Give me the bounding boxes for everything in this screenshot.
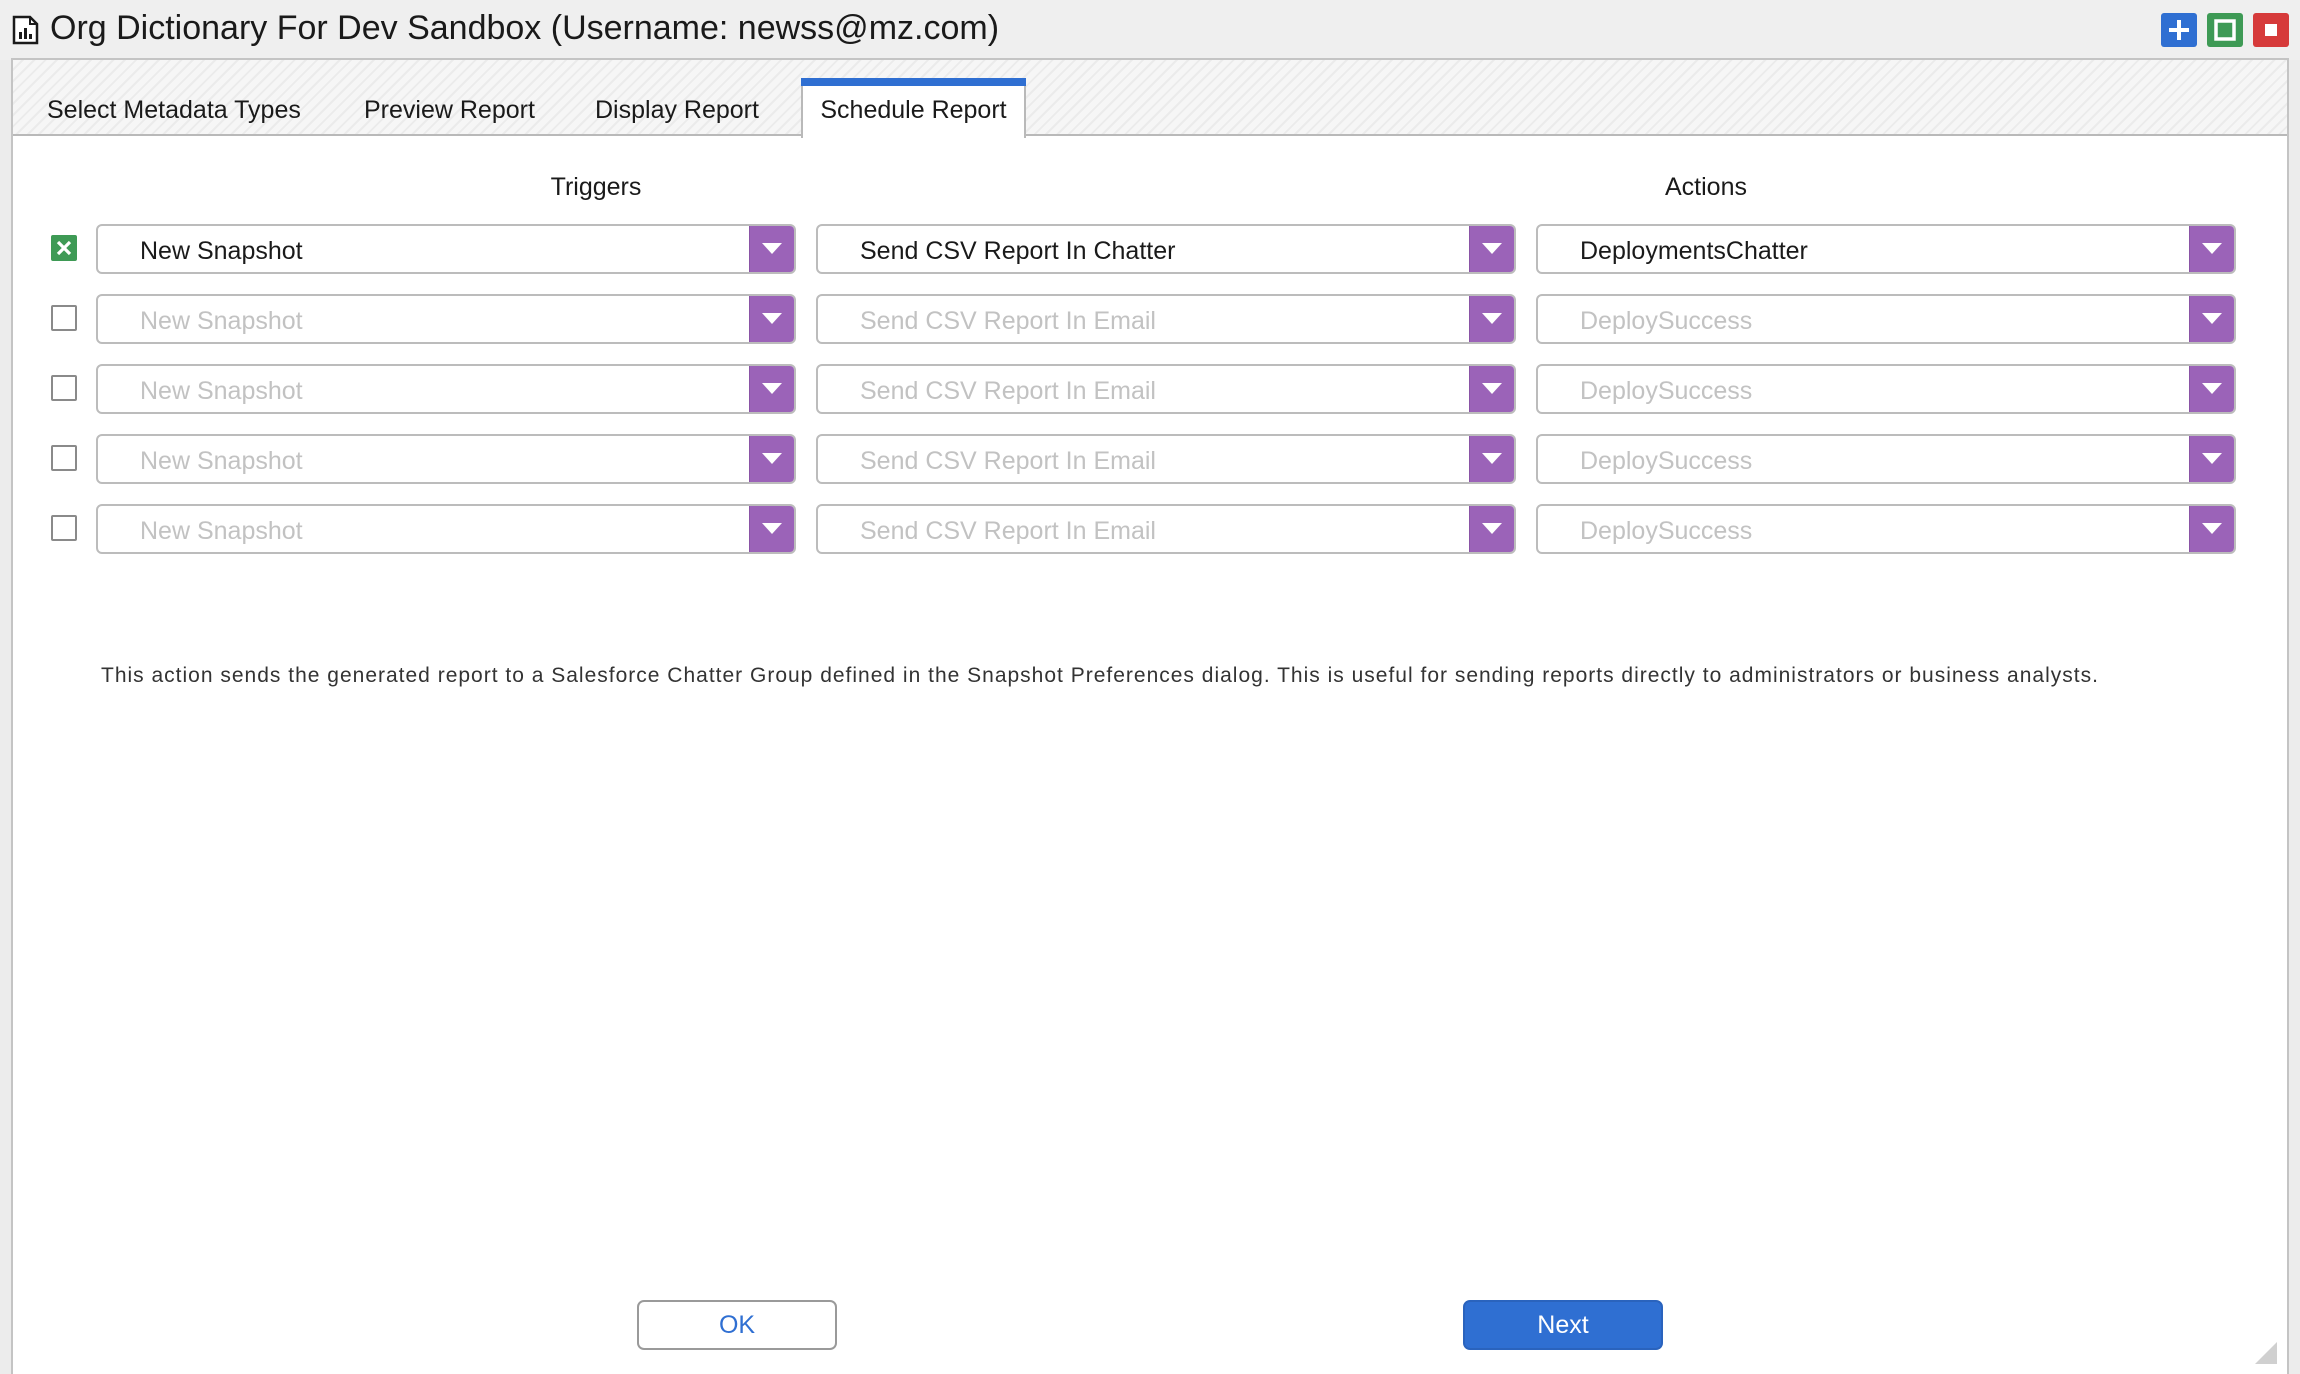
row-2-checkbox[interactable] (51, 305, 77, 331)
row-3-action-value: Send CSV Report In Email (860, 377, 1156, 405)
row-5-trigger-select[interactable]: New Snapshot (96, 504, 796, 554)
chevron-down-icon[interactable] (749, 226, 794, 272)
row-3-checkbox[interactable] (51, 375, 77, 401)
row-5-target-select[interactable]: DeploySuccess (1536, 504, 2236, 554)
plus-icon (2169, 20, 2189, 40)
chevron-down-icon[interactable] (749, 436, 794, 482)
row-4-trigger-value: New Snapshot (140, 447, 303, 475)
row-1-target-value: DeploymentsChatter (1580, 237, 1808, 265)
ok-button[interactable]: OK (637, 1300, 837, 1350)
row-3-target-value: DeploySuccess (1580, 377, 1753, 405)
row-4-target-select[interactable]: DeploySuccess (1536, 434, 2236, 484)
row-2-trigger-select[interactable]: New Snapshot (96, 294, 796, 344)
row-1-checkbox[interactable] (51, 235, 77, 261)
tab-select-metadata-types[interactable]: Select Metadata Types (47, 96, 301, 125)
chevron-down-icon[interactable] (1469, 436, 1514, 482)
row-5-action-select[interactable]: Send CSV Report In Email (816, 504, 1516, 554)
close-button[interactable] (2253, 13, 2289, 47)
chevron-down-icon[interactable] (2189, 296, 2234, 342)
chevron-down-icon[interactable] (1469, 506, 1514, 552)
action-description: This action sends the generated report t… (101, 664, 2099, 687)
tab-preview-report[interactable]: Preview Report (364, 96, 535, 125)
row-1-target-select[interactable]: DeploymentsChatter (1536, 224, 2236, 274)
tab-schedule-report[interactable]: Schedule Report (801, 78, 1026, 138)
chevron-down-icon[interactable] (1469, 296, 1514, 342)
row-1-action-select[interactable]: Send CSV Report In Chatter (816, 224, 1516, 274)
window-title: Org Dictionary For Dev Sandbox (Username… (50, 9, 1000, 47)
chevron-down-icon[interactable] (749, 506, 794, 552)
chevron-down-icon[interactable] (1469, 366, 1514, 412)
title-bar[interactable]: Org Dictionary For Dev Sandbox (Username… (0, 0, 2300, 60)
row-3-trigger-select[interactable]: New Snapshot (96, 364, 796, 414)
chevron-down-icon[interactable] (2189, 226, 2234, 272)
row-5-action-value: Send CSV Report In Email (860, 517, 1156, 545)
active-tab-indicator (801, 78, 1026, 86)
maximize-button[interactable] (2207, 13, 2243, 47)
row-1-action-value: Send CSV Report In Chatter (860, 237, 1176, 265)
chevron-down-icon[interactable] (1469, 226, 1514, 272)
actions-header: Actions (1665, 173, 1747, 201)
tab-schedule-report-label: Schedule Report (820, 96, 1007, 124)
add-window-button[interactable] (2161, 13, 2197, 47)
document-chart-icon (12, 15, 39, 45)
square-icon (2214, 19, 2236, 41)
row-3-action-select[interactable]: Send CSV Report In Email (816, 364, 1516, 414)
row-3-target-select[interactable]: DeploySuccess (1536, 364, 2236, 414)
chevron-down-icon[interactable] (2189, 366, 2234, 412)
dialog-window: Org Dictionary For Dev Sandbox (Username… (0, 0, 2300, 1374)
row-5-target-value: DeploySuccess (1580, 517, 1753, 545)
row-4-checkbox[interactable] (51, 445, 77, 471)
chevron-down-icon[interactable] (2189, 506, 2234, 552)
row-2-action-value: Send CSV Report In Email (860, 307, 1156, 335)
row-2-action-select[interactable]: Send CSV Report In Email (816, 294, 1516, 344)
row-1-trigger-value: New Snapshot (140, 237, 303, 265)
row-4-action-value: Send CSV Report In Email (860, 447, 1156, 475)
row-2-target-value: DeploySuccess (1580, 307, 1753, 335)
tab-display-report[interactable]: Display Report (595, 96, 759, 125)
triggers-header: Triggers (550, 173, 642, 201)
row-4-trigger-select[interactable]: New Snapshot (96, 434, 796, 484)
row-5-trigger-value: New Snapshot (140, 517, 303, 545)
row-3-trigger-value: New Snapshot (140, 377, 303, 405)
row-4-action-select[interactable]: Send CSV Report In Email (816, 434, 1516, 484)
checkmark-x-icon (56, 240, 72, 256)
stop-icon (2265, 24, 2277, 36)
chevron-down-icon[interactable] (2189, 436, 2234, 482)
chevron-down-icon[interactable] (749, 366, 794, 412)
row-1-trigger-select[interactable]: New Snapshot (96, 224, 796, 274)
content-panel: Select Metadata Types Preview Report Dis… (11, 58, 2289, 1374)
row-4-target-value: DeploySuccess (1580, 447, 1753, 475)
resize-grip-icon[interactable] (2253, 1340, 2279, 1366)
tab-strip: Select Metadata Types Preview Report Dis… (13, 60, 2287, 138)
row-2-target-select[interactable]: DeploySuccess (1536, 294, 2236, 344)
row-5-checkbox[interactable] (51, 515, 77, 541)
next-button[interactable]: Next (1463, 1300, 1663, 1350)
row-2-trigger-value: New Snapshot (140, 307, 303, 335)
chevron-down-icon[interactable] (749, 296, 794, 342)
